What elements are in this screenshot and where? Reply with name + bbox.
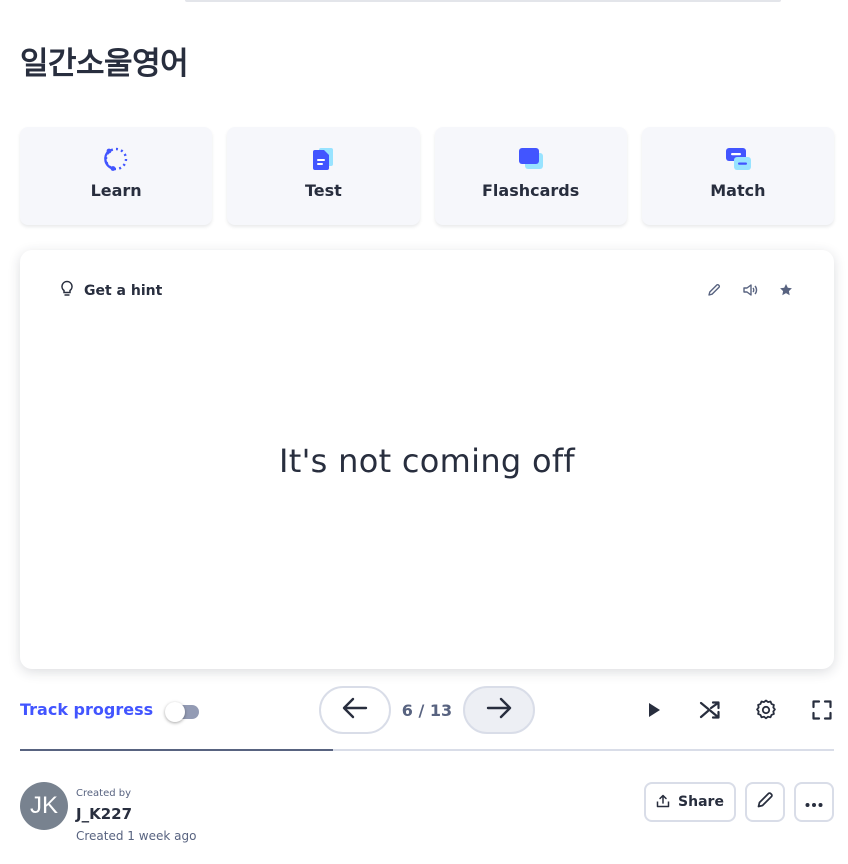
gear-icon[interactable] <box>754 698 778 722</box>
mode-flashcards-button[interactable]: Flashcards <box>434 127 627 225</box>
edit-icon[interactable] <box>706 280 722 300</box>
hint-button[interactable]: Get a hint <box>60 280 162 302</box>
edit-set-button[interactable] <box>745 782 785 822</box>
avatar[interactable]: JK <box>20 782 68 830</box>
more-horizontal-icon <box>805 793 823 812</box>
lightbulb-icon <box>60 280 74 302</box>
set-title: 일간소울영어 <box>20 46 189 82</box>
toggle-knob <box>165 701 186 722</box>
pencil-icon <box>756 791 774 813</box>
play-icon[interactable] <box>642 698 666 722</box>
mode-label: Learn <box>90 181 142 200</box>
mode-label: Test <box>304 181 342 200</box>
track-progress-toggle[interactable] <box>165 701 201 722</box>
mode-test-button[interactable]: Test <box>227 127 420 225</box>
arrow-right-icon <box>485 696 513 724</box>
study-modes: Learn Test Flashcards Match <box>20 127 834 225</box>
mode-match-button[interactable]: Match <box>641 127 834 225</box>
track-progress: Track progress <box>20 700 201 722</box>
flashcard[interactable]: Get a hint It's not coming off <box>20 250 834 669</box>
mode-learn-button[interactable]: Learn <box>20 127 213 225</box>
fullscreen-icon[interactable] <box>810 698 834 722</box>
flashcard-term: It's not coming off <box>278 442 575 480</box>
created-by-label: Created by <box>76 788 132 799</box>
share-icon <box>656 793 670 812</box>
more-options-button[interactable] <box>794 782 834 822</box>
set-actions: Share <box>644 782 834 822</box>
arrow-left-icon <box>341 696 369 724</box>
share-label: Share <box>678 794 724 810</box>
mode-label: Flashcards <box>481 181 580 200</box>
star-icon[interactable] <box>778 280 794 300</box>
hint-label: Get a hint <box>84 283 163 299</box>
author-info: Created by J_K227 Created 1 week ago <box>76 782 196 843</box>
study-progress-bar <box>20 749 834 751</box>
created-date: Created 1 week ago <box>76 829 197 843</box>
author-block: JK Created by J_K227 Created 1 week ago <box>20 782 196 843</box>
flashcards-icon <box>517 145 545 173</box>
card-counter: 6 / 13 <box>401 700 453 720</box>
previous-card-button[interactable] <box>319 686 391 734</box>
shuffle-icon[interactable] <box>698 698 722 722</box>
card-navigation: 6 / 13 <box>319 686 535 734</box>
top-strip <box>185 0 781 2</box>
playback-tools <box>642 698 834 722</box>
author-name-link[interactable]: J_K227 <box>76 805 196 823</box>
track-progress-label: Track progress <box>20 700 154 719</box>
test-icon <box>309 145 337 173</box>
audio-icon[interactable] <box>742 280 758 300</box>
share-button[interactable]: Share <box>644 782 736 822</box>
flashcard-controls: Track progress 6 / 13 <box>20 686 834 734</box>
match-icon <box>724 145 752 173</box>
card-tools <box>706 280 794 300</box>
mode-label: Match <box>710 181 766 200</box>
study-progress-fill <box>20 749 334 751</box>
next-card-button[interactable] <box>463 686 535 734</box>
learn-icon <box>102 145 130 173</box>
